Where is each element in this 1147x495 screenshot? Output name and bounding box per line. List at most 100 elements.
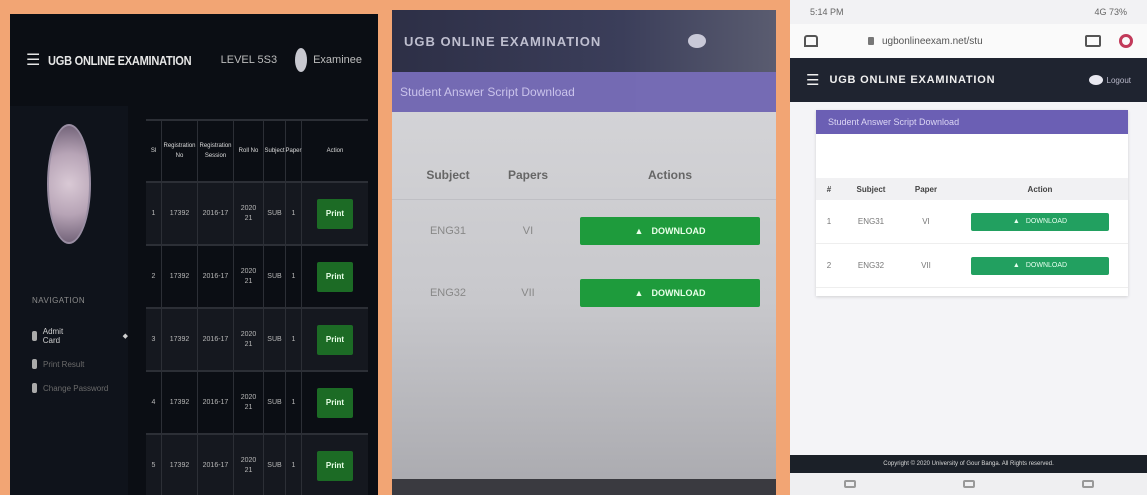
download-button[interactable]: ▲ DOWNLOAD xyxy=(580,279,760,307)
cell-roll: 2020 21 xyxy=(234,246,264,307)
top-navbar: ☰ UGB ONLINE EXAMINATION LEVEL 5S3 Exami… xyxy=(10,14,378,106)
brand-title: UGB ONLINE EXAMINATION xyxy=(404,33,602,49)
cell-registration: 17392 xyxy=(162,372,198,433)
download-card: Student Answer Script Download # Subject… xyxy=(816,110,1128,296)
cell-paper: 1 xyxy=(286,372,302,433)
browser-menu-icon[interactable] xyxy=(1119,34,1133,48)
column-header: Registration No xyxy=(162,121,198,181)
cell-session: 2016-17 xyxy=(198,435,234,495)
download-label: DOWNLOAD xyxy=(1025,262,1068,269)
column-header: Registration Session xyxy=(198,121,234,181)
sidebar-item-change-password[interactable]: Change Password xyxy=(32,383,128,393)
cell-paper: 1 xyxy=(286,246,302,307)
column-header: Paper xyxy=(914,184,938,194)
download-button[interactable]: ▲ DOWNLOAD xyxy=(971,256,1109,275)
cell-paper: VI xyxy=(522,225,534,237)
cell-session: 2016-17 xyxy=(198,246,234,307)
brand-title: UGB ONLINE EXAMINATION xyxy=(48,52,192,68)
cell-registration: 17392 xyxy=(162,435,198,495)
cell-subject: ENG31 xyxy=(429,225,467,237)
table-row: 3 17392 2016-17 2020 21 SUB 1 Print xyxy=(146,309,368,372)
mobile-download-panel: 5:14 PM 4G 73% ugbonlineexam.net/stu ☰ U… xyxy=(790,0,1147,495)
download-button[interactable]: ▲ DOWNLOAD xyxy=(580,217,760,245)
cell-subject: SUB xyxy=(264,246,286,307)
cell-paper: 1 xyxy=(286,183,302,244)
cell-sl: 3 xyxy=(146,309,162,370)
column-header: Subject xyxy=(264,121,286,181)
print-icon xyxy=(32,359,37,369)
table-row: ENG32 VII ▲ DOWNLOAD xyxy=(392,262,776,324)
sidebar-item-print-result[interactable]: Print Result xyxy=(32,359,128,369)
user-menu[interactable]: Examinee xyxy=(295,48,362,72)
cell-subject: ENG31 xyxy=(857,217,885,226)
column-header: Roll No xyxy=(234,121,264,181)
cell-subject: SUB xyxy=(264,183,286,244)
sidebar-item-admit-card[interactable]: Admit Card ◆ xyxy=(32,327,128,345)
android-nav-bar xyxy=(790,473,1147,495)
brand-title: UGB ONLINE EXAMINATION xyxy=(829,74,996,86)
logout-button[interactable]: Logout xyxy=(1088,75,1131,85)
cell-paper: VI xyxy=(922,217,930,226)
home-icon[interactable] xyxy=(804,35,818,47)
top-navbar: UGB ONLINE EXAMINATION xyxy=(392,10,776,72)
cell-paper: 1 xyxy=(286,435,302,495)
print-button[interactable]: Print xyxy=(316,450,354,481)
print-button[interactable]: Print xyxy=(316,198,354,229)
table-row: 1 ENG31 VI ▲ DOWNLOAD xyxy=(816,200,1128,244)
warning-icon: ▲ xyxy=(1012,218,1020,225)
cell-action: ▲ DOWNLOAD xyxy=(952,212,1128,231)
cell-sl: 5 xyxy=(146,435,162,495)
column-header: Action xyxy=(326,148,344,154)
sidebar-item-label: Admit Card xyxy=(42,327,64,345)
cell-registration: 17392 xyxy=(162,309,198,370)
status-indicators: 4G 73% xyxy=(1094,7,1127,17)
cell-action: ▲ DOWNLOAD xyxy=(564,279,776,307)
print-button[interactable]: Print xyxy=(316,387,354,418)
cell-number: 1 xyxy=(826,217,832,226)
hamburger-menu-icon[interactable]: ☰ xyxy=(26,50,40,70)
column-header: Paper xyxy=(286,121,302,181)
table-header: Sl Registration No Registration Session … xyxy=(146,119,368,183)
url-text: ugbonlineexam.net/stu xyxy=(882,35,983,47)
table-row: 2 17392 2016-17 2020 21 SUB 1 Print xyxy=(146,246,368,309)
table-row: 1 17392 2016-17 2020 21 SUB 1 Print xyxy=(146,183,368,246)
table-header: # Subject Paper Action xyxy=(816,178,1128,200)
download-button[interactable]: ▲ DOWNLOAD xyxy=(971,212,1109,231)
table-row: ENG31 VI ▲ DOWNLOAD xyxy=(392,200,776,262)
download-label: DOWNLOAD xyxy=(1025,218,1068,225)
cell-subject: ENG32 xyxy=(857,261,885,270)
phone-status-bar: 5:14 PM 4G 73% xyxy=(790,0,1147,24)
screen-edge xyxy=(392,479,776,495)
page-footer: Copyright © 2020 University of Gour Bang… xyxy=(790,455,1147,473)
page-title-bar: Student Answer Script Download xyxy=(392,72,776,112)
cell-roll: 2020 21 xyxy=(234,183,264,244)
hamburger-menu-icon[interactable]: ☰ xyxy=(806,71,819,89)
cell-action: Print xyxy=(302,246,368,307)
cell-action: ▲ DOWNLOAD xyxy=(952,256,1128,275)
card-icon xyxy=(32,331,37,341)
print-button[interactable]: Print xyxy=(316,261,354,292)
menu-nav-icon[interactable] xyxy=(843,480,856,488)
home-nav-icon[interactable] xyxy=(962,480,975,488)
user-name: Examinee xyxy=(313,54,362,66)
cell-sl: 1 xyxy=(146,183,162,244)
url-field[interactable]: ugbonlineexam.net/stu xyxy=(868,36,983,47)
cell-session: 2016-17 xyxy=(198,183,234,244)
admit-card-table: Sl Registration No Registration Session … xyxy=(146,119,368,495)
column-header: Subject xyxy=(856,184,886,194)
print-button[interactable]: Print xyxy=(316,324,354,355)
cell-action: Print xyxy=(302,183,368,244)
user-icon[interactable] xyxy=(688,34,706,48)
cell-paper: VII xyxy=(921,261,931,270)
top-navbar: ☰ UGB ONLINE EXAMINATION Logout xyxy=(790,58,1147,102)
sidebar: NAVIGATION Admit Card ◆ Print Result Cha… xyxy=(10,106,128,495)
table-header: Subject Papers Actions xyxy=(392,150,776,200)
back-nav-icon[interactable] xyxy=(1081,480,1094,488)
cell-session: 2016-17 xyxy=(198,372,234,433)
user-icon xyxy=(1088,75,1103,85)
cell-subject: SUB xyxy=(264,372,286,433)
cell-subject: ENG32 xyxy=(429,287,467,299)
university-logo xyxy=(47,124,91,244)
tabs-icon[interactable] xyxy=(1085,35,1101,47)
download-label: DOWNLOAD xyxy=(651,288,706,298)
